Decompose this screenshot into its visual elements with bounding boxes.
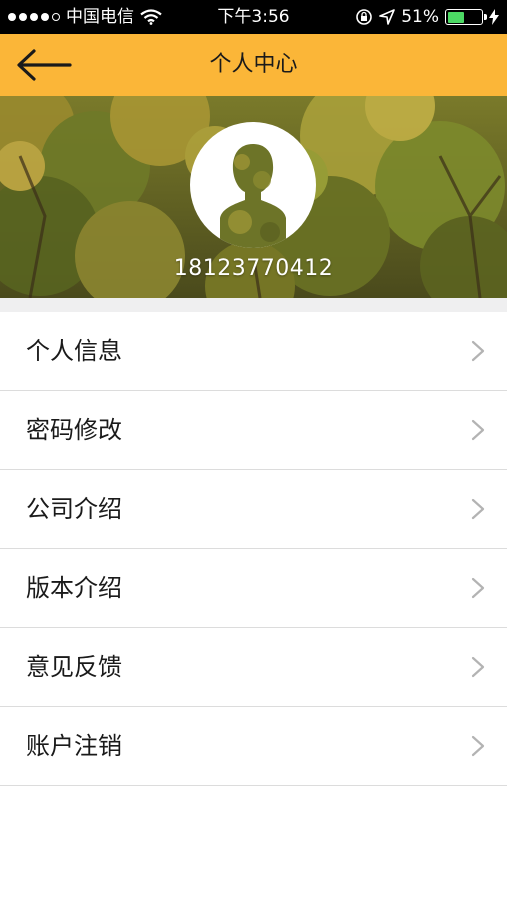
- page-title: 个人中心: [209, 52, 298, 77]
- menu-item-personal-info[interactable]: 个人信息: [0, 312, 507, 391]
- menu-item-label: 版本介绍: [26, 574, 122, 602]
- menu-item-label: 意见反馈: [26, 653, 122, 681]
- location-arrow-icon: [379, 9, 396, 25]
- battery-percent: 51%: [401, 7, 439, 27]
- chevron-right-icon: [471, 340, 485, 362]
- menu-item-company-intro[interactable]: 公司介绍: [0, 470, 507, 549]
- profile-header: 18123770412: [0, 96, 507, 298]
- menu-item-version-intro[interactable]: 版本介绍: [0, 549, 507, 628]
- status-bar: 中国电信 下午3:56 51%: [0, 0, 507, 34]
- settings-menu: 个人信息 密码修改 公司介绍 版本介绍 意见反馈 账户注销: [0, 312, 507, 786]
- avatar[interactable]: [190, 122, 316, 248]
- menu-item-account-deactivation[interactable]: 账户注销: [0, 707, 507, 786]
- battery-level: [447, 11, 465, 23]
- nav-bar: 个人中心: [0, 34, 507, 96]
- charging-bolt-icon: [489, 9, 499, 25]
- chevron-right-icon: [471, 577, 485, 599]
- menu-item-label: 账户注销: [26, 732, 122, 760]
- menu-item-label: 公司介绍: [26, 495, 122, 523]
- orientation-lock-icon: [356, 9, 373, 25]
- person-silhouette-icon: [220, 144, 286, 248]
- chevron-right-icon: [471, 498, 485, 520]
- phone-number: 18123770412: [173, 256, 334, 281]
- menu-item-feedback[interactable]: 意见反馈: [0, 628, 507, 707]
- chevron-right-icon: [471, 735, 485, 757]
- menu-item-label: 密码修改: [26, 416, 122, 444]
- battery-icon: [445, 9, 487, 25]
- section-divider: [0, 298, 507, 312]
- menu-item-label: 个人信息: [26, 337, 122, 365]
- chevron-right-icon: [471, 419, 485, 441]
- chevron-right-icon: [471, 656, 485, 678]
- status-right: 51%: [355, 0, 499, 34]
- menu-item-change-password[interactable]: 密码修改: [0, 391, 507, 470]
